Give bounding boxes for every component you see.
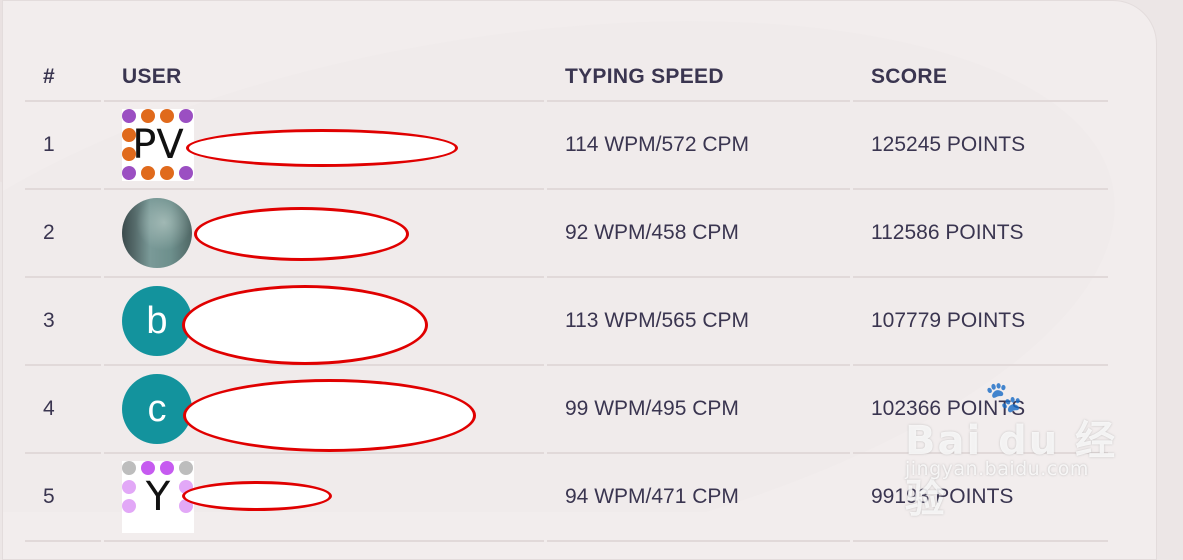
column-header-score: SCORE bbox=[853, 54, 1108, 102]
avatar-initials: Y bbox=[145, 474, 171, 520]
watermark-url: jingyan.baidu.com bbox=[905, 458, 1089, 480]
identicon-dot bbox=[122, 166, 136, 180]
identicon-dot bbox=[179, 109, 193, 123]
identicon-dot bbox=[141, 166, 155, 180]
redacted-username bbox=[182, 285, 428, 365]
score-cell: 125245 POINTS bbox=[853, 102, 1108, 190]
rank-cell: 1 bbox=[25, 102, 101, 190]
identicon-dot bbox=[141, 461, 155, 475]
user-cell: c bbox=[104, 366, 544, 454]
identicon-dot bbox=[122, 480, 136, 494]
identicon-dot bbox=[160, 166, 174, 180]
user-cell bbox=[104, 190, 544, 278]
table-row: 2 92 WPM/458 CPM 112586 POINTS bbox=[25, 190, 1108, 278]
identicon-dot bbox=[122, 461, 136, 475]
score-cell: 112586 POINTS bbox=[853, 190, 1108, 278]
identicon-dot bbox=[141, 109, 155, 123]
identicon-dot bbox=[179, 166, 193, 180]
table-header-row: # USER TYPING SPEED SCORE bbox=[25, 54, 1108, 102]
identicon-dot bbox=[122, 109, 136, 123]
avatar-initials: c bbox=[147, 387, 167, 430]
table-row: 3 b 113 WPM/565 CPM 107779 POINTS bbox=[25, 278, 1108, 366]
identicon-dot bbox=[160, 461, 174, 475]
column-header-rank: # bbox=[25, 54, 101, 102]
rank-cell: 4 bbox=[25, 366, 101, 454]
user-avatar[interactable] bbox=[122, 198, 192, 268]
user-avatar[interactable]: PV bbox=[122, 109, 194, 181]
identicon-dot bbox=[179, 461, 193, 475]
typing-speed-cell: 113 WPM/565 CPM bbox=[547, 278, 850, 366]
table-row: 1 PV 114 WPM/572 CPM 125245 POINTS bbox=[25, 102, 1108, 190]
typing-speed-cell: 94 WPM/471 CPM bbox=[547, 454, 850, 542]
user-cell: b bbox=[104, 278, 544, 366]
redacted-username bbox=[182, 481, 332, 511]
avatar-initials: PV bbox=[132, 122, 184, 168]
rank-cell: 3 bbox=[25, 278, 101, 366]
typing-speed-cell: 114 WPM/572 CPM bbox=[547, 102, 850, 190]
user-cell: Y bbox=[104, 454, 544, 542]
column-header-user: USER bbox=[104, 54, 544, 102]
baidu-jingyan-watermark: 🐾 Bai du 经验 jingyan.baidu.com bbox=[905, 380, 1125, 522]
avatar-initials: b bbox=[146, 299, 168, 342]
redacted-username bbox=[186, 129, 458, 167]
column-header-typing-speed: TYPING SPEED bbox=[547, 54, 850, 102]
identicon-dot bbox=[160, 109, 174, 123]
typing-speed-cell: 99 WPM/495 CPM bbox=[547, 366, 850, 454]
user-cell: PV bbox=[104, 102, 544, 190]
score-cell: 107779 POINTS bbox=[853, 278, 1108, 366]
rank-cell: 2 bbox=[25, 190, 101, 278]
typing-speed-cell: 92 WPM/458 CPM bbox=[547, 190, 850, 278]
rank-cell: 5 bbox=[25, 454, 101, 542]
user-avatar[interactable]: c bbox=[122, 374, 192, 444]
redacted-username bbox=[183, 379, 476, 452]
redacted-username bbox=[194, 207, 409, 261]
